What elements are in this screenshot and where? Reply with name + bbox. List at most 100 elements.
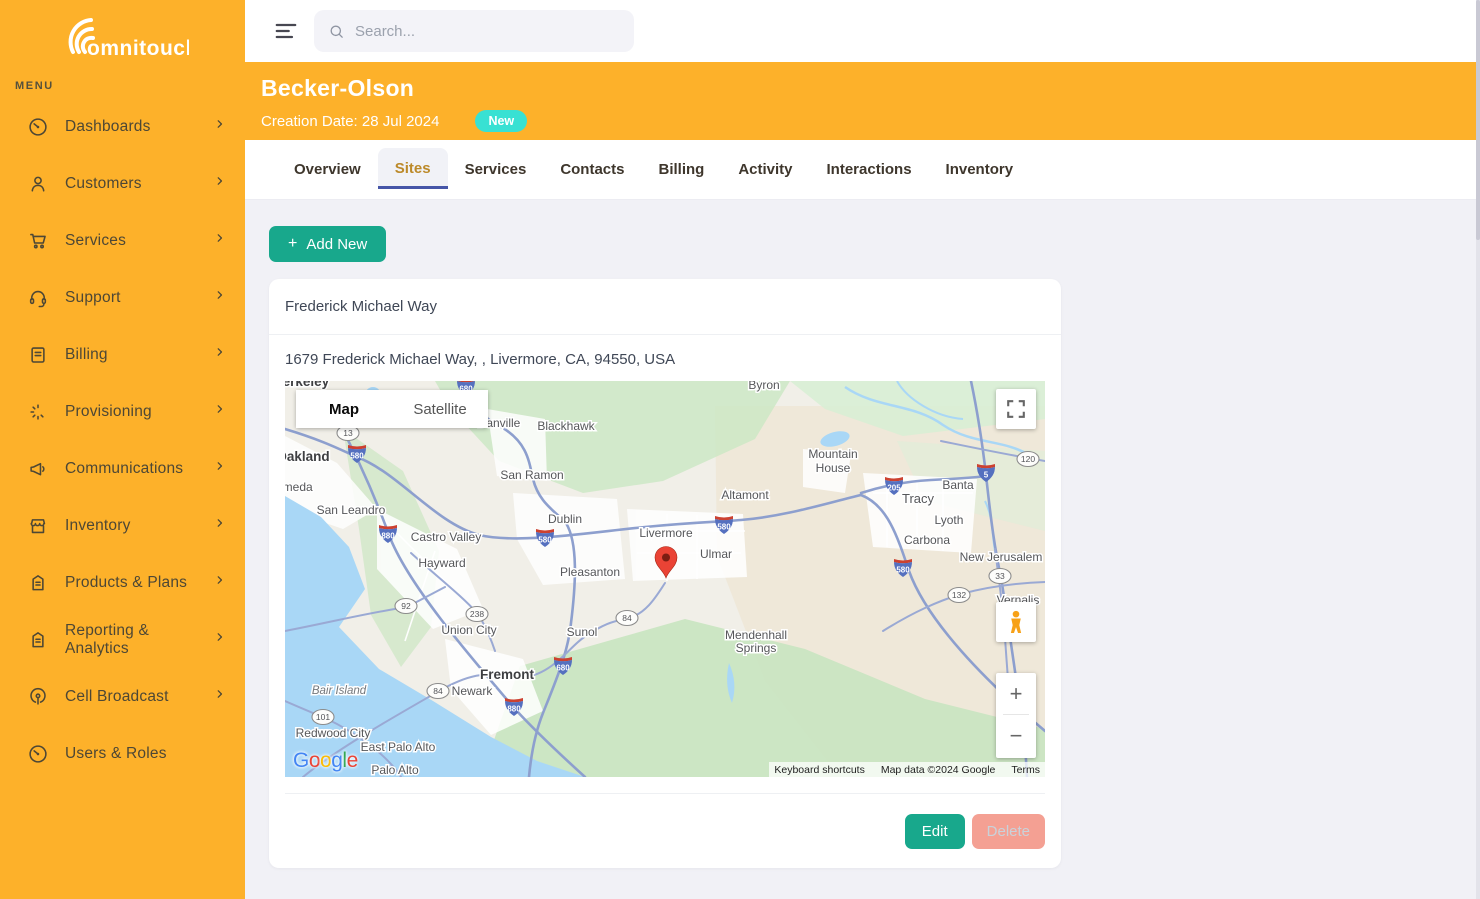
svg-text:880: 880 (381, 532, 395, 541)
sidebar-menu: Dashboards Customers Services SupportBillin… (0, 98, 245, 782)
svg-text:33: 33 (995, 571, 1005, 581)
route-shield-880: 880 (379, 525, 397, 543)
svg-text:880: 880 (507, 705, 521, 714)
tab-activity[interactable]: Activity (721, 140, 809, 199)
add-new-label: Add New (306, 236, 367, 253)
logo[interactable]: omnitouch (0, 0, 245, 58)
add-new-button[interactable]: + Add New (269, 226, 386, 262)
svg-text:omnitouch: omnitouch (87, 37, 189, 58)
tab-sites[interactable]: Sites (378, 148, 448, 189)
svg-text:238: 238 (470, 609, 484, 619)
satellite-view-button[interactable]: Satellite (392, 390, 488, 428)
sidebar-item-reporting-analytics[interactable]: Reporting & Analytics (0, 611, 245, 668)
hamburger-menu-icon[interactable] (273, 18, 299, 44)
keyboard-shortcuts-link[interactable]: Keyboard shortcuts (774, 764, 864, 776)
map-town-label: Newark (452, 684, 494, 698)
svg-text:132: 132 (952, 590, 966, 600)
sidebar-item-communications[interactable]: Communications (0, 440, 245, 497)
tab-inventory[interactable]: Inventory (929, 140, 1031, 199)
svg-text:5: 5 (984, 471, 989, 480)
sidebar-item-users-roles[interactable]: Users & Roles (0, 725, 245, 782)
map-town-label: Oakland (285, 449, 330, 464)
route-shield-132: 132 (948, 588, 970, 603)
topbar (245, 0, 1480, 62)
search-input[interactable] (355, 23, 620, 40)
sidebar-item-dashboards[interactable]: Dashboards (0, 98, 245, 155)
tab-overview[interactable]: Overview (277, 140, 378, 199)
svg-text:84: 84 (622, 613, 632, 623)
map-town-label: Springs (736, 641, 777, 655)
edit-button[interactable]: Edit (905, 814, 965, 849)
tab-billing[interactable]: Billing (642, 140, 722, 199)
pegman-button[interactable] (996, 602, 1036, 642)
chevron-right-icon (213, 573, 227, 592)
zoom-out-button[interactable]: − (996, 715, 1036, 756)
map-view-button[interactable]: Map (296, 390, 392, 428)
map-town-label: Hayward (418, 556, 465, 570)
person-icon (27, 173, 49, 195)
route-shield-580: 580 (715, 516, 733, 534)
sidebar-item-label: Users & Roles (65, 745, 227, 763)
sidebar-item-label: Cell Broadcast (65, 688, 213, 706)
map-town-label: Byron (748, 381, 779, 392)
svg-text:580: 580 (538, 536, 552, 545)
route-shield-84: 84 (616, 611, 638, 626)
map-town-label: House (816, 461, 851, 475)
gauge-icon (27, 743, 49, 765)
fullscreen-button[interactable] (996, 389, 1036, 429)
map-town-label: New Jerusalem (960, 550, 1043, 564)
invoice-icon (27, 344, 49, 366)
route-shield-84: 84 (427, 684, 449, 699)
sidebar-item-billing[interactable]: Billing (0, 326, 245, 383)
chevron-right-icon (213, 516, 227, 535)
terms-link[interactable]: Terms (1011, 764, 1040, 776)
search-icon (328, 23, 345, 40)
map-town-label: Carbona (904, 533, 950, 547)
google-logo[interactable]: Google (293, 749, 358, 773)
sidebar-item-provisioning[interactable]: Provisioning (0, 383, 245, 440)
fullscreen-icon (1005, 398, 1027, 420)
svg-text:580: 580 (717, 523, 731, 532)
page-title: Becker-Olson (261, 75, 1480, 102)
tag-icon (27, 629, 49, 651)
logo-wifi-icon: omnitouch (57, 12, 189, 58)
sidebar-item-cell-broadcast[interactable]: Cell Broadcast (0, 668, 245, 725)
sidebar-item-inventory[interactable]: Inventory (0, 497, 245, 554)
sidebar-item-customers[interactable]: Customers (0, 155, 245, 212)
sidebar-item-products-plans[interactable]: Products & Plans (0, 554, 245, 611)
tab-contacts[interactable]: Contacts (543, 140, 641, 199)
sidebar-item-services[interactable]: Services (0, 212, 245, 269)
map-marker[interactable] (655, 547, 677, 579)
delete-button[interactable]: Delete (972, 814, 1045, 849)
map[interactable]: BerkeleyOaklandAlamedaSan LeandroCastro … (285, 381, 1045, 777)
chevron-right-icon (213, 630, 227, 649)
site-address: 1679 Frederick Michael Way, , Livermore,… (285, 351, 1045, 368)
map-data-text: Map data ©2024 Google (881, 764, 996, 776)
sidebar-item-label: Reporting & Analytics (65, 622, 213, 658)
route-shield-580: 580 (536, 529, 554, 547)
map-town-label: Pleasanton (560, 565, 620, 579)
sidebar-item-label: Inventory (65, 517, 213, 535)
page-header: Becker-Olson Creation Date: 28 Jul 2024 … (245, 62, 1480, 140)
map-town-label: Fremont (480, 667, 535, 682)
menu-section-label: MENU (15, 80, 245, 92)
pegman-icon (1005, 610, 1027, 634)
chevron-right-icon (213, 117, 227, 136)
map-town-label: Livermore (639, 526, 693, 540)
main-column: Becker-Olson Creation Date: 28 Jul 2024 … (245, 0, 1480, 899)
chevron-right-icon (213, 345, 227, 364)
route-shield-120: 120 (1017, 452, 1039, 467)
tab-interactions[interactable]: Interactions (810, 140, 929, 199)
megaphone-icon (27, 458, 49, 480)
scrollbar[interactable] (1476, 0, 1480, 899)
broadcast-icon (27, 686, 49, 708)
sidebar-item-label: Customers (65, 175, 213, 193)
zoom-in-button[interactable]: + (996, 673, 1036, 714)
status-badge: New (475, 110, 527, 132)
tab-services[interactable]: Services (448, 140, 544, 199)
map-town-label: Mountain (808, 447, 857, 461)
route-shield-580: 580 (894, 559, 912, 577)
cart-icon (27, 230, 49, 252)
sidebar-item-support[interactable]: Support (0, 269, 245, 326)
sidebar-item-label: Services (65, 232, 213, 250)
